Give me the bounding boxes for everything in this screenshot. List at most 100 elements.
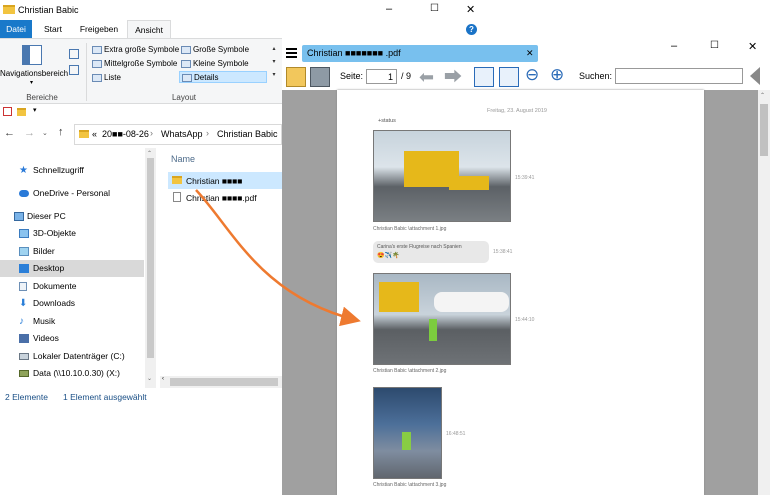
message-time: 16:48:51 xyxy=(446,431,466,437)
hscrollbar-thumb[interactable] xyxy=(170,378,278,386)
document-scrollbar-thumb[interactable] xyxy=(760,104,768,156)
scroll-left-icon[interactable]: ‹ xyxy=(162,376,164,382)
music-icon: ♪ xyxy=(19,316,24,327)
navigation-pane-button[interactable]: Navigationsbereich xyxy=(0,69,68,78)
image-caption: Christian Babic \attachment 2.jpg xyxy=(373,368,447,374)
next-page-icon[interactable]: ⮕ xyxy=(444,67,462,87)
large-icons-icon xyxy=(181,45,191,54)
breadcrumb-overflow[interactable]: « xyxy=(92,129,97,139)
nav-scrollbar-thumb[interactable] xyxy=(147,158,154,358)
breadcrumb-whatsapp[interactable]: WhatsApp xyxy=(161,129,203,139)
image-caption: Christian Babic \attachment 1.jpg xyxy=(373,226,447,232)
nav-item-this-pc[interactable]: Dieser PC xyxy=(0,208,144,225)
folder-icon xyxy=(3,5,15,14)
scroll-down-icon[interactable]: ⌄ xyxy=(147,375,152,382)
scroll-up-icon[interactable]: ⌃ xyxy=(147,150,152,157)
search-input[interactable] xyxy=(615,68,743,84)
tab-datei[interactable]: Datei xyxy=(0,20,32,38)
address-bar-row: ← → ⌄ ↑ « 20■■-08-26 › WhatsApp › Christ… xyxy=(0,122,282,148)
view-details[interactable]: Details xyxy=(179,71,267,83)
drive-icon xyxy=(19,353,29,360)
file-list-hscrollbar[interactable]: ‹ xyxy=(160,376,282,388)
nav-item-quick-access[interactable]: ★ Schnellzugriff xyxy=(0,162,144,179)
search-previous-icon[interactable] xyxy=(750,67,760,85)
fit-width-icon[interactable] xyxy=(474,67,494,87)
document-tab[interactable]: Christian ■■■■■■■ .pdf ✕ xyxy=(302,45,538,62)
download-icon: ⬇ xyxy=(19,298,28,309)
zoom-out-icon[interactable]: ⊖ xyxy=(525,65,539,85)
chat-date: Freitag, 23. August 2019 xyxy=(487,108,547,114)
status-bar: 2 Elemente 1 Element ausgewählt xyxy=(0,388,282,406)
breadcrumb-date-folder[interactable]: 20■■-08-26 xyxy=(102,129,149,139)
viewer-maximize-button[interactable]: ☐ xyxy=(710,40,719,51)
explorer-maximize-button[interactable]: ☐ xyxy=(430,3,439,14)
explorer-close-button[interactable]: ✕ xyxy=(466,3,475,16)
breadcrumb-current[interactable]: Christian Babic xyxy=(217,129,278,139)
fit-page-icon[interactable] xyxy=(499,67,519,87)
column-header-name[interactable]: Name xyxy=(171,154,195,164)
view-small-icons[interactable]: Kleine Symbole xyxy=(181,58,249,70)
preview-pane-icon[interactable] xyxy=(69,49,79,59)
previous-page-icon[interactable]: ⬅ xyxy=(419,67,434,87)
file-row-folder[interactable]: Christian ■■■■ xyxy=(168,172,282,189)
customize-toolbar-icon[interactable]: ▾ xyxy=(33,106,37,114)
navigation-pane-icon[interactable] xyxy=(22,45,42,65)
nav-item-documents[interactable]: Dokumente xyxy=(0,278,144,295)
view-extra-large-icons[interactable]: Extra große Symbole xyxy=(92,44,179,56)
viewer-close-button[interactable]: ✕ xyxy=(748,40,757,53)
view-large-icons[interactable]: Große Symbole xyxy=(181,44,249,56)
address-bar[interactable]: « 20■■-08-26 › WhatsApp › Christian Babi… xyxy=(74,124,282,145)
tab-start[interactable]: Start xyxy=(36,20,70,38)
nav-item-3d-objects[interactable]: 3D-Objekte xyxy=(0,225,144,242)
hamburger-menu-icon[interactable] xyxy=(286,48,297,58)
zoom-in-icon[interactable]: ⊕ xyxy=(550,65,564,85)
back-arrow-icon[interactable]: ← xyxy=(4,127,15,139)
nav-item-desktop[interactable]: Desktop xyxy=(0,260,144,277)
tab-close-icon[interactable]: ✕ xyxy=(526,48,534,59)
page-number-input[interactable]: 1 xyxy=(366,69,397,84)
folder-icon xyxy=(79,130,89,138)
plane-stairs-shape xyxy=(379,282,419,312)
small-icons-icon xyxy=(181,59,191,68)
nav-item-network-drive[interactable]: Data (\\10.10.0.30) (X:) xyxy=(0,365,144,382)
item-count: 2 Elemente xyxy=(5,392,48,402)
document-scrollbar[interactable]: ⌃ xyxy=(758,90,770,495)
pdf-page: Freitag, 23. August 2019 +status 15:39:4… xyxy=(337,90,704,495)
message-time: 15:39:41 xyxy=(515,175,535,181)
recent-locations-icon[interactable]: ⌄ xyxy=(42,129,48,137)
navigation-pane: ★ Schnellzugriff OneDrive - Personal Dies… xyxy=(0,148,158,388)
chevron-down-icon[interactable]: ▾ xyxy=(30,79,33,86)
tab-freigeben[interactable]: Freigeben xyxy=(74,20,124,38)
details-pane-icon[interactable] xyxy=(69,65,79,75)
file-explorer-window: Christian Babic Datei Start Freigeben An… xyxy=(0,0,282,495)
file-name: Christian ■■■■ xyxy=(186,176,243,186)
nav-item-music[interactable]: ♪ Musik xyxy=(0,313,144,330)
view-medium-icons[interactable]: Mittelgroße Symbole xyxy=(92,58,177,70)
nav-item-onedrive[interactable]: OneDrive - Personal xyxy=(0,185,144,202)
new-folder-icon[interactable] xyxy=(17,108,26,116)
scroll-up-icon[interactable]: ⌃ xyxy=(760,92,765,99)
nav-item-pictures[interactable]: Bilder xyxy=(0,243,144,260)
list-icon xyxy=(92,73,102,82)
tab-ansicht[interactable]: Ansicht xyxy=(127,20,171,38)
nav-item-local-disk[interactable]: Lokaler Datenträger (C:) xyxy=(0,348,144,365)
nav-item-downloads[interactable]: ⬇ Downloads xyxy=(0,295,144,312)
properties-icon[interactable] xyxy=(3,107,12,116)
view-list[interactable]: Liste xyxy=(92,72,121,84)
viewer-minimize-button[interactable]: – xyxy=(671,40,677,52)
nav-scrollbar[interactable]: ⌃ ⌄ xyxy=(145,148,156,388)
open-file-icon[interactable] xyxy=(286,67,306,87)
forward-arrow-icon[interactable]: → xyxy=(24,127,35,139)
explorer-titlebar: Christian Babic xyxy=(0,0,282,20)
views-scroll-buttons[interactable]: ▴ ▾ ▾ xyxy=(269,43,279,83)
nav-item-videos[interactable]: Videos xyxy=(0,330,144,347)
explorer-minimize-button[interactable]: – xyxy=(386,3,392,15)
file-row-pdf[interactable]: Christian ■■■■.pdf xyxy=(168,189,282,206)
help-icon[interactable]: ? xyxy=(466,24,477,35)
chat-status-line: +status xyxy=(378,118,396,124)
print-icon[interactable] xyxy=(310,67,330,87)
cloud-icon xyxy=(19,190,29,197)
up-arrow-icon[interactable]: ↑ xyxy=(58,126,64,138)
group-label-layout: Layout xyxy=(171,93,197,102)
folder-icon xyxy=(172,176,182,184)
